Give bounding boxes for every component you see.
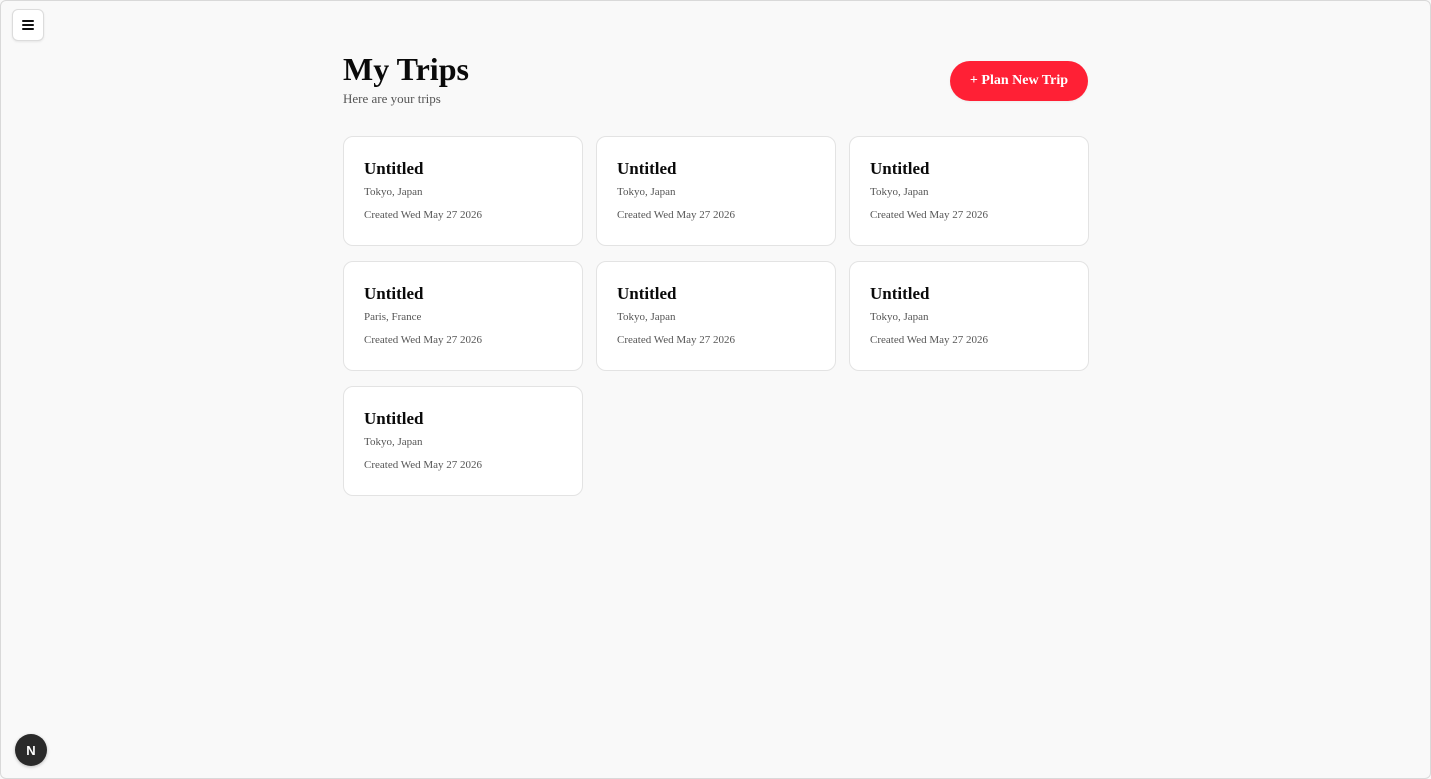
app-window: My Trips Here are your trips + Plan New … xyxy=(0,0,1431,779)
hamburger-icon xyxy=(22,20,34,30)
trip-location: Paris, France xyxy=(364,311,422,323)
page-header: My Trips Here are your trips + Plan New … xyxy=(343,51,1089,136)
trip-card[interactable]: Untitled Tokyo, Japan Created Wed May 27… xyxy=(343,136,583,246)
trip-location: Tokyo, Japan xyxy=(617,311,676,323)
trip-location: Tokyo, Japan xyxy=(364,436,423,448)
trip-location: Tokyo, Japan xyxy=(870,311,929,323)
trip-location: Tokyo, Japan xyxy=(364,186,423,198)
trips-grid: Untitled Tokyo, Japan Created Wed May 27… xyxy=(343,136,1089,496)
trip-created-date: Created Wed May 27 2026 xyxy=(364,459,483,471)
trip-card[interactable]: Untitled Tokyo, Japan Created Wed May 27… xyxy=(596,261,836,371)
trip-created-date: Created Wed May 27 2026 xyxy=(870,209,989,221)
plan-new-trip-button[interactable]: + Plan New Trip xyxy=(949,61,1088,101)
trip-created-date: Created Wed May 27 2026 xyxy=(870,334,989,346)
trip-title: Untitled xyxy=(364,159,424,178)
trip-title: Untitled xyxy=(870,284,930,303)
trip-created-date: Created Wed May 27 2026 xyxy=(364,334,483,346)
trip-card[interactable]: Untitled Tokyo, Japan Created Wed May 27… xyxy=(343,386,583,496)
trip-title: Untitled xyxy=(870,159,930,178)
trip-location: Tokyo, Japan xyxy=(617,186,676,198)
trip-title: Untitled xyxy=(617,159,677,178)
trip-title: Untitled xyxy=(617,284,677,303)
nextjs-icon[interactable]: N xyxy=(15,734,47,766)
trip-created-date: Created Wed May 27 2026 xyxy=(617,209,736,221)
trip-created-date: Created Wed May 27 2026 xyxy=(617,334,736,346)
trip-location: Tokyo, Japan xyxy=(870,186,929,198)
trip-title: Untitled xyxy=(364,284,424,303)
trip-card[interactable]: Untitled Paris, France Created Wed May 2… xyxy=(343,261,583,371)
main-content: My Trips Here are your trips + Plan New … xyxy=(343,51,1089,496)
trip-card[interactable]: Untitled Tokyo, Japan Created Wed May 27… xyxy=(849,136,1089,246)
trip-card[interactable]: Untitled Tokyo, Japan Created Wed May 27… xyxy=(849,261,1089,371)
trip-created-date: Created Wed May 27 2026 xyxy=(364,209,483,221)
menu-button[interactable] xyxy=(12,9,44,41)
trip-title: Untitled xyxy=(364,409,424,428)
trip-card[interactable]: Untitled Tokyo, Japan Created Wed May 27… xyxy=(596,136,836,246)
